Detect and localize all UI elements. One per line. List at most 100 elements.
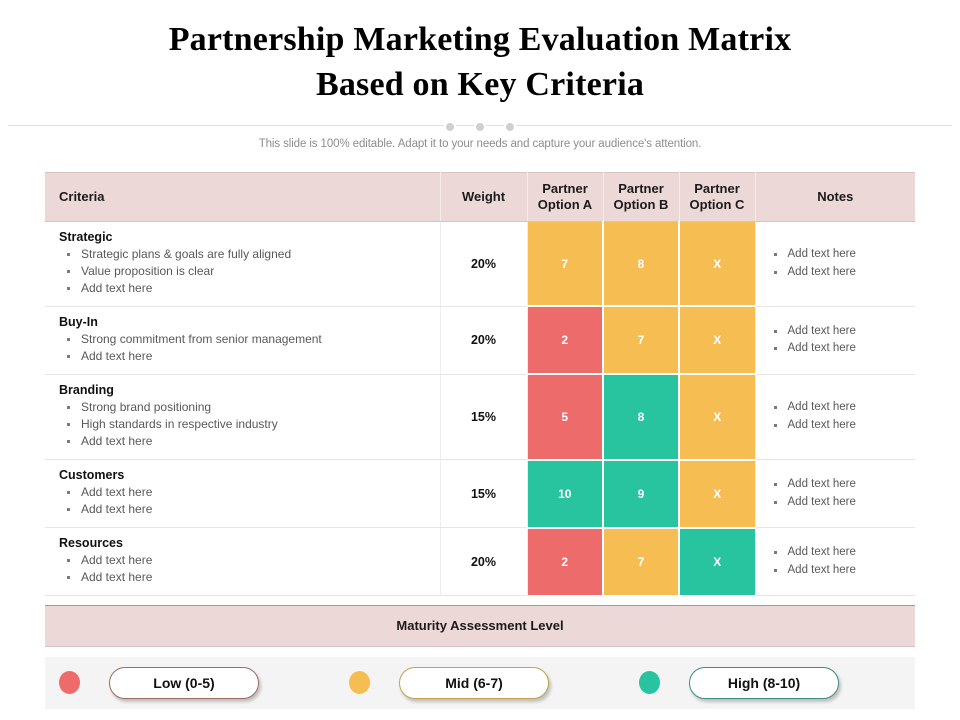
notes-bullet-list: Add text here Add text here — [770, 399, 910, 435]
notes-bullet: Add text here — [770, 417, 910, 435]
legend-band: Low (0-5) Mid (6-7) High (8-10) — [45, 656, 915, 709]
notes-bullet: Add text here — [770, 476, 910, 494]
legend-item-low: Low (0-5) — [45, 666, 335, 699]
header-partner-option-b-line2: Option B — [613, 196, 669, 212]
cell-notes: Add text here Add text here — [755, 459, 915, 529]
legend-pill-high[interactable]: High (8-10) — [689, 666, 839, 699]
notes-bullet-list: Add text here Add text here — [770, 246, 910, 282]
cell-weight: 20% — [440, 527, 528, 597]
cell-weight: 20% — [440, 221, 528, 307]
table-row: Customers Add text here Add text here 15% 10… — [45, 459, 915, 529]
header-partner-option-c-line1: Partner — [694, 180, 740, 196]
notes-bullet-list: Add text here Add text here — [770, 323, 910, 359]
table-row: Resources Add text here Add text here 20% 2 7… — [45, 527, 915, 597]
criteria-bullet: Add text here — [59, 280, 430, 297]
legend-pill-mid[interactable]: Mid (6-7) — [399, 666, 549, 699]
criteria-bullet: Add text here — [59, 552, 430, 569]
notes-bullet: Add text here — [770, 323, 910, 341]
legend-mid-dot-icon — [349, 671, 370, 695]
header-partner-option-b: Partner Option B — [603, 171, 680, 222]
cell-score-a: 7 — [527, 221, 604, 308]
divider-dots — [0, 118, 960, 133]
legend-low-dot-icon — [59, 671, 80, 695]
divider-dot-1 — [444, 120, 456, 133]
cell-notes: Add text here Add text here — [755, 221, 915, 307]
header-criteria: Criteria — [45, 171, 441, 222]
cell-score-c: X — [679, 306, 756, 376]
cell-score-b: 7 — [603, 527, 680, 597]
criteria-name: Buy-In — [59, 314, 98, 329]
cell-criteria: Buy-In Strong commitment from senior mana… — [45, 306, 441, 375]
maturity-assessment-label: Maturity Assessment Level — [396, 618, 564, 634]
cell-score-b: 7 — [603, 306, 680, 376]
criteria-bullet: Strong commitment from senior management — [59, 331, 430, 348]
header-partner-option-b-line1: Partner — [618, 180, 664, 196]
notes-bullet: Add text here — [770, 562, 910, 580]
criteria-name: Resources — [59, 536, 123, 551]
cell-criteria: Customers Add text here Add text here — [45, 459, 441, 529]
cell-score-c: X — [679, 221, 756, 308]
cell-score-a: 2 — [527, 527, 604, 597]
notes-bullet: Add text here — [770, 399, 910, 417]
cell-weight: 15% — [440, 459, 528, 529]
table-row: Branding Strong brand positioning High sta… — [45, 374, 915, 461]
notes-bullet: Add text here — [770, 544, 910, 562]
cell-score-b: 8 — [603, 221, 680, 308]
criteria-bullet: Add text here — [59, 484, 430, 501]
cell-notes: Add text here Add text here — [755, 527, 915, 597]
page-title-line-1: Partnership Marketing Evaluation Matrix — [168, 21, 792, 58]
matrix-table: Criteria Weight Partner Option A Partner… — [45, 171, 915, 597]
legend-pill-low[interactable]: Low (0-5) — [109, 666, 259, 699]
legend-item-high: High (8-10) — [625, 666, 915, 699]
header-partner-option-a-line2: Option A — [537, 196, 593, 212]
cell-criteria: Strategic Strategic plans & goals are ful… — [45, 221, 441, 307]
header-partner-option-a: Partner Option A — [527, 171, 604, 222]
cell-criteria: Resources Add text here Add text here — [45, 527, 441, 597]
criteria-bullet: Strategic plans & goals are fully aligne… — [59, 246, 430, 263]
cell-score-a: 10 — [527, 459, 604, 529]
legend-high-dot-icon — [639, 671, 660, 695]
cell-score-c: X — [679, 374, 756, 461]
evaluation-matrix: Criteria Weight Partner Option A Partner… — [45, 171, 915, 597]
divider-dot-2 — [474, 120, 486, 133]
cell-score-a: 5 — [527, 374, 604, 461]
cell-notes: Add text here Add text here — [755, 374, 915, 461]
cell-weight: 15% — [440, 374, 528, 461]
divider-dot-3 — [504, 120, 516, 133]
criteria-bullet: High standards in respective industry — [59, 416, 430, 433]
cell-notes: Add text here Add text here — [755, 306, 915, 375]
notes-bullet-list: Add text here Add text here — [770, 476, 910, 512]
criteria-name: Strategic — [59, 229, 113, 244]
cell-score-b: 9 — [603, 459, 680, 529]
criteria-bullet-list: Add text here Add text here — [59, 484, 430, 518]
criteria-bullet: Strong brand positioning — [59, 399, 430, 416]
legend-item-mid: Mid (6-7) — [335, 666, 625, 699]
maturity-assessment-bar: Maturity Assessment Level — [45, 604, 915, 647]
notes-bullet: Add text here — [770, 340, 910, 358]
criteria-bullet: Add text here — [59, 433, 430, 450]
title-block: Partnership Marketing Evaluation Matrix … — [0, 0, 960, 150]
notes-bullet: Add text here — [770, 246, 910, 264]
notes-bullet-list: Add text here Add text here — [770, 544, 910, 580]
page-title: Partnership Marketing Evaluation Matrix … — [80, 18, 880, 108]
criteria-bullet-list: Strong brand positioning High standards i… — [59, 399, 430, 450]
notes-bullet: Add text here — [770, 494, 910, 512]
slide-subtitle: This slide is 100% editable. Adapt it to… — [258, 137, 702, 150]
cell-score-b: 8 — [603, 374, 680, 461]
page-title-line-2: Based on Key Criteria — [315, 65, 645, 103]
cell-score-c: X — [679, 527, 756, 597]
table-header-row: Criteria Weight Partner Option A Partner… — [45, 171, 915, 222]
header-notes: Notes — [755, 171, 915, 222]
notes-bullet: Add text here — [770, 264, 910, 282]
criteria-bullet: Add text here — [59, 348, 430, 365]
criteria-name: Customers — [59, 468, 125, 482]
criteria-bullet-list: Strong commitment from senior management… — [59, 331, 430, 365]
matrix-body: Strategic Strategic plans & goals are ful… — [45, 221, 915, 597]
table-row: Buy-In Strong commitment from senior mana… — [45, 306, 915, 376]
criteria-bullet-list: Strategic plans & goals are fully aligne… — [59, 246, 430, 297]
header-partner-option-a-line1: Partner — [542, 180, 588, 196]
cell-weight: 20% — [440, 306, 528, 375]
cell-score-a: 2 — [527, 306, 604, 376]
title-divider — [0, 118, 960, 133]
header-partner-option-c-line2: Option C — [689, 196, 745, 212]
